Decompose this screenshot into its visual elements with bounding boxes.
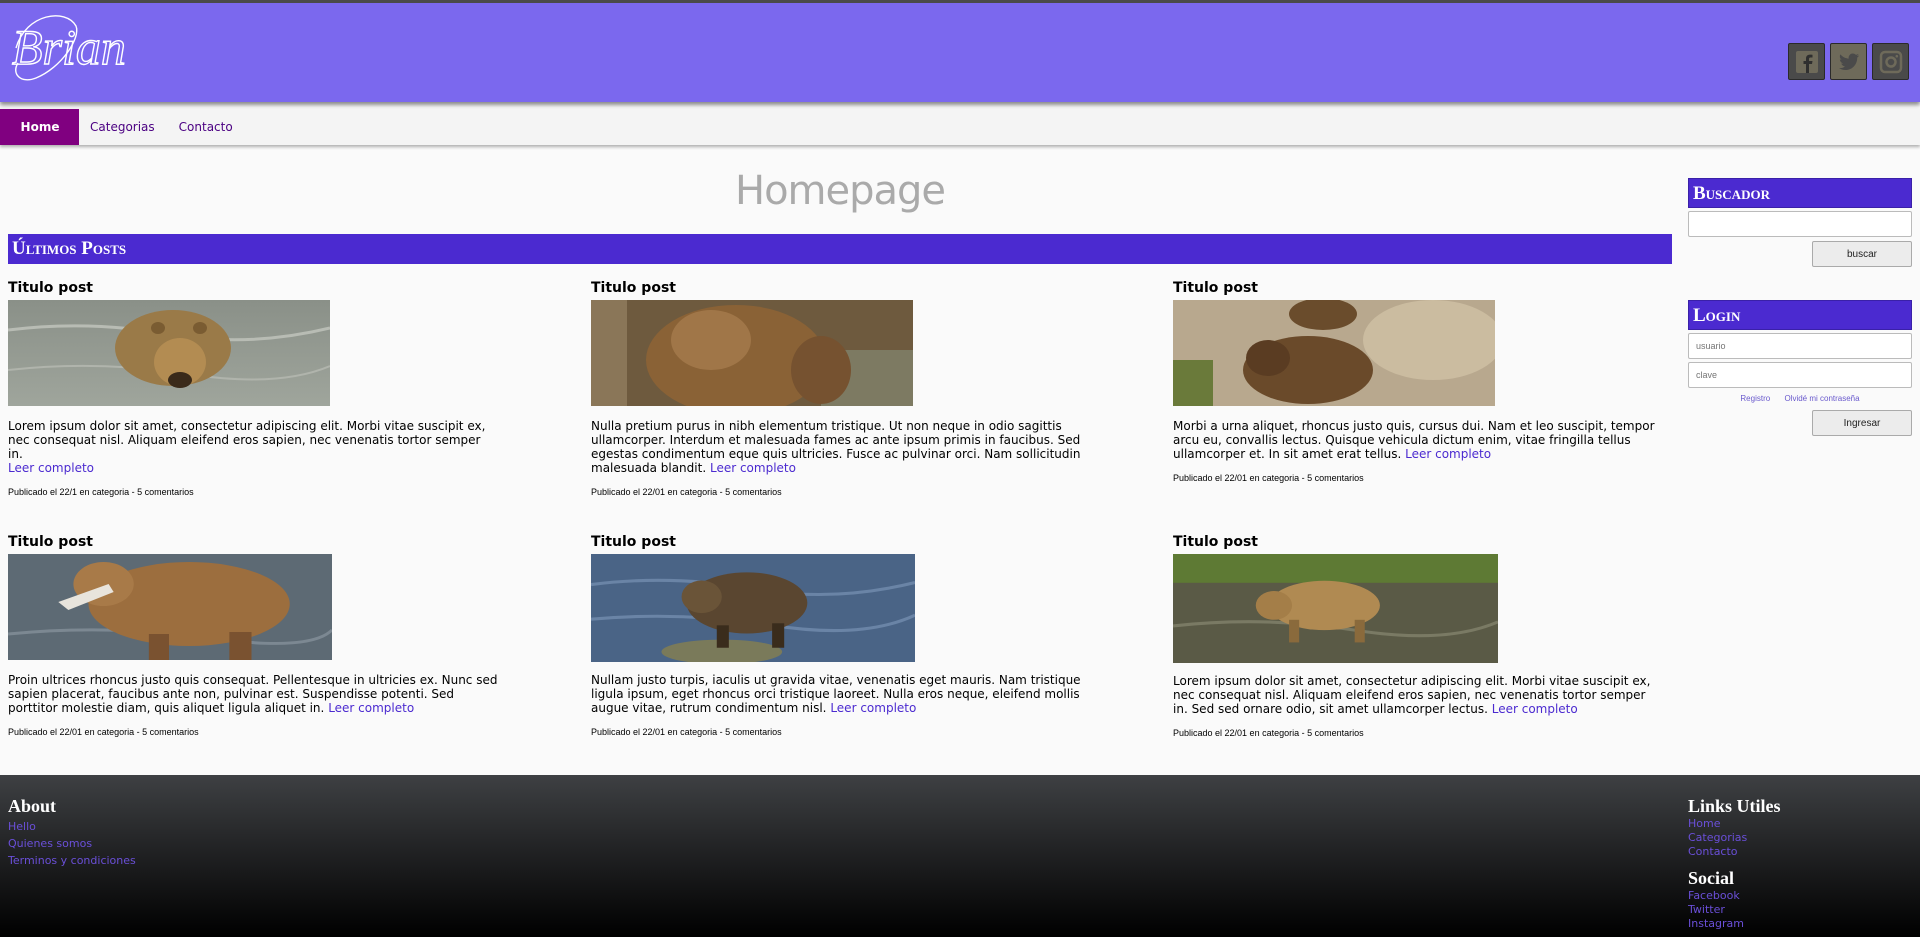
search-widget-title: Buscador [1688,178,1912,208]
post-excerpt: Nulla pretium purus in nibh elementum tr… [591,419,1081,475]
twitter-button[interactable] [1830,43,1867,80]
footer-useful-links: Links Utiles Home Categorias Contacto [1688,796,1781,859]
post-title[interactable]: Titulo post [1173,280,1673,300]
main-nav: Home Categorias Contacto [0,109,1920,145]
search-widget: Buscador buscar [1688,178,1912,267]
post-image[interactable] [1173,554,1498,663]
post-title[interactable]: Titulo post [1173,534,1673,554]
post-card: Titulo post Lorem ipsum dolor sit amet, … [8,280,508,497]
post-title[interactable]: Titulo post [8,534,508,554]
footer-about-title: About [8,796,57,816]
post-excerpt: Lorem ipsum dolor sit amet, consectetur … [8,419,498,475]
login-widget-title: Login [1688,300,1912,330]
post-card: Titulo post Proin ultrices rhoncus justo… [8,534,508,737]
post-image[interactable] [591,300,913,406]
register-link[interactable]: Registro [1740,394,1770,403]
login-widget: Login Registro Olvidé mi contraseña Ingr… [1688,300,1912,436]
footer-link-instagram[interactable]: Instagram [1688,917,1744,931]
site-logo[interactable]: Brian [6,8,136,86]
instagram-icon [1879,50,1902,73]
login-links: Registro Olvidé mi contraseña [1688,394,1912,403]
post-card: Titulo post Lorem ipsum dolor sit amet, … [1173,534,1673,738]
post-meta: Publicado el 22/01 en categoria - 5 come… [591,487,782,497]
footer-link-twitter[interactable]: Twitter [1688,903,1744,917]
post-excerpt: Lorem ipsum dolor sit amet, consectetur … [1173,674,1663,716]
footer-link-terminos[interactable]: Terminos y condiciones [8,854,136,868]
post-excerpt: Proin ultrices rhoncus justo quis conseq… [8,673,498,715]
site-header: Brian [0,0,1920,102]
nav-home[interactable]: Home [0,109,79,145]
footer-link-home[interactable]: Home [1688,817,1781,831]
footer-social: Social Facebook Twitter Instagram [1688,868,1744,931]
footer-link-categorias[interactable]: Categorias [1688,831,1781,845]
post-title[interactable]: Titulo post [8,280,508,300]
post-excerpt-text: Lorem ipsum dolor sit amet, consectetur … [8,419,486,461]
read-more-link[interactable]: Leer completo [710,461,796,475]
nav-categorias[interactable]: Categorias [79,109,167,145]
social-icons [1788,43,1909,80]
post-excerpt: Morbi a urna aliquet, rhoncus justo quis… [1173,419,1663,461]
post-card: Titulo post Nulla pretium purus in nibh … [591,280,1091,497]
read-more-link[interactable]: Leer completo [1405,447,1491,461]
post-image[interactable] [591,554,915,662]
post-meta: Publicado el 22/01 en categoria - 5 come… [1173,473,1364,483]
read-more-link[interactable]: Leer completo [1492,702,1578,716]
post-title[interactable]: Titulo post [591,280,1091,300]
post-meta: Publicado el 22/1 en categoria - 5 comen… [8,487,194,497]
post-excerpt-text: Nulla pretium purus in nibh elementum tr… [591,419,1081,475]
post-excerpt-text: Lorem ipsum dolor sit amet, consectetur … [1173,674,1651,716]
read-more-link[interactable]: Leer completo [8,461,94,475]
post-card: Titulo post Morbi a urna aliquet, rhoncu… [1173,280,1673,483]
post-meta: Publicado el 22/01 en categoria - 5 come… [1173,728,1364,738]
footer-useful-title: Links Utiles [1688,796,1781,816]
post-title[interactable]: Titulo post [591,534,1091,554]
footer-social-title: Social [1688,868,1735,888]
footer-link-contacto[interactable]: Contacto [1688,845,1781,859]
page-title: Homepage [734,168,946,214]
login-button[interactable]: Ingresar [1812,410,1912,436]
logo-text: Brian [12,19,126,75]
read-more-link[interactable]: Leer completo [830,701,916,715]
facebook-icon [1795,50,1818,73]
forgot-password-link[interactable]: Olvidé mi contraseña [1784,394,1859,403]
facebook-button[interactable] [1788,43,1825,80]
post-meta: Publicado el 22/01 en categoria - 5 come… [8,727,199,737]
password-input[interactable] [1688,362,1912,388]
username-input[interactable] [1688,333,1912,359]
footer-link-quienes-somos[interactable]: Quienes somos [8,837,136,851]
post-excerpt-text: Proin ultrices rhoncus justo quis conseq… [8,673,498,715]
section-title: Últimos Posts [8,234,1672,264]
nav-contacto[interactable]: Contacto [167,109,245,145]
footer-about: About Hello Quienes somos Terminos y con… [8,796,136,868]
post-card: Titulo post Nullam justo turpis, iaculis… [591,534,1091,737]
search-input[interactable] [1688,211,1912,237]
post-image[interactable] [1173,300,1495,406]
post-excerpt: Nullam justo turpis, iaculis ut gravida … [591,673,1081,715]
site-footer: About Hello Quienes somos Terminos y con… [0,775,1920,937]
footer-link-facebook[interactable]: Facebook [1688,889,1744,903]
post-image[interactable] [8,554,332,660]
footer-link-hello[interactable]: Hello [8,820,136,834]
instagram-button[interactable] [1872,43,1909,80]
twitter-icon [1838,53,1859,70]
search-button[interactable]: buscar [1812,241,1912,267]
post-image[interactable] [8,300,330,406]
read-more-link[interactable]: Leer completo [328,701,414,715]
post-meta: Publicado el 22/01 en categoria - 5 come… [591,727,782,737]
